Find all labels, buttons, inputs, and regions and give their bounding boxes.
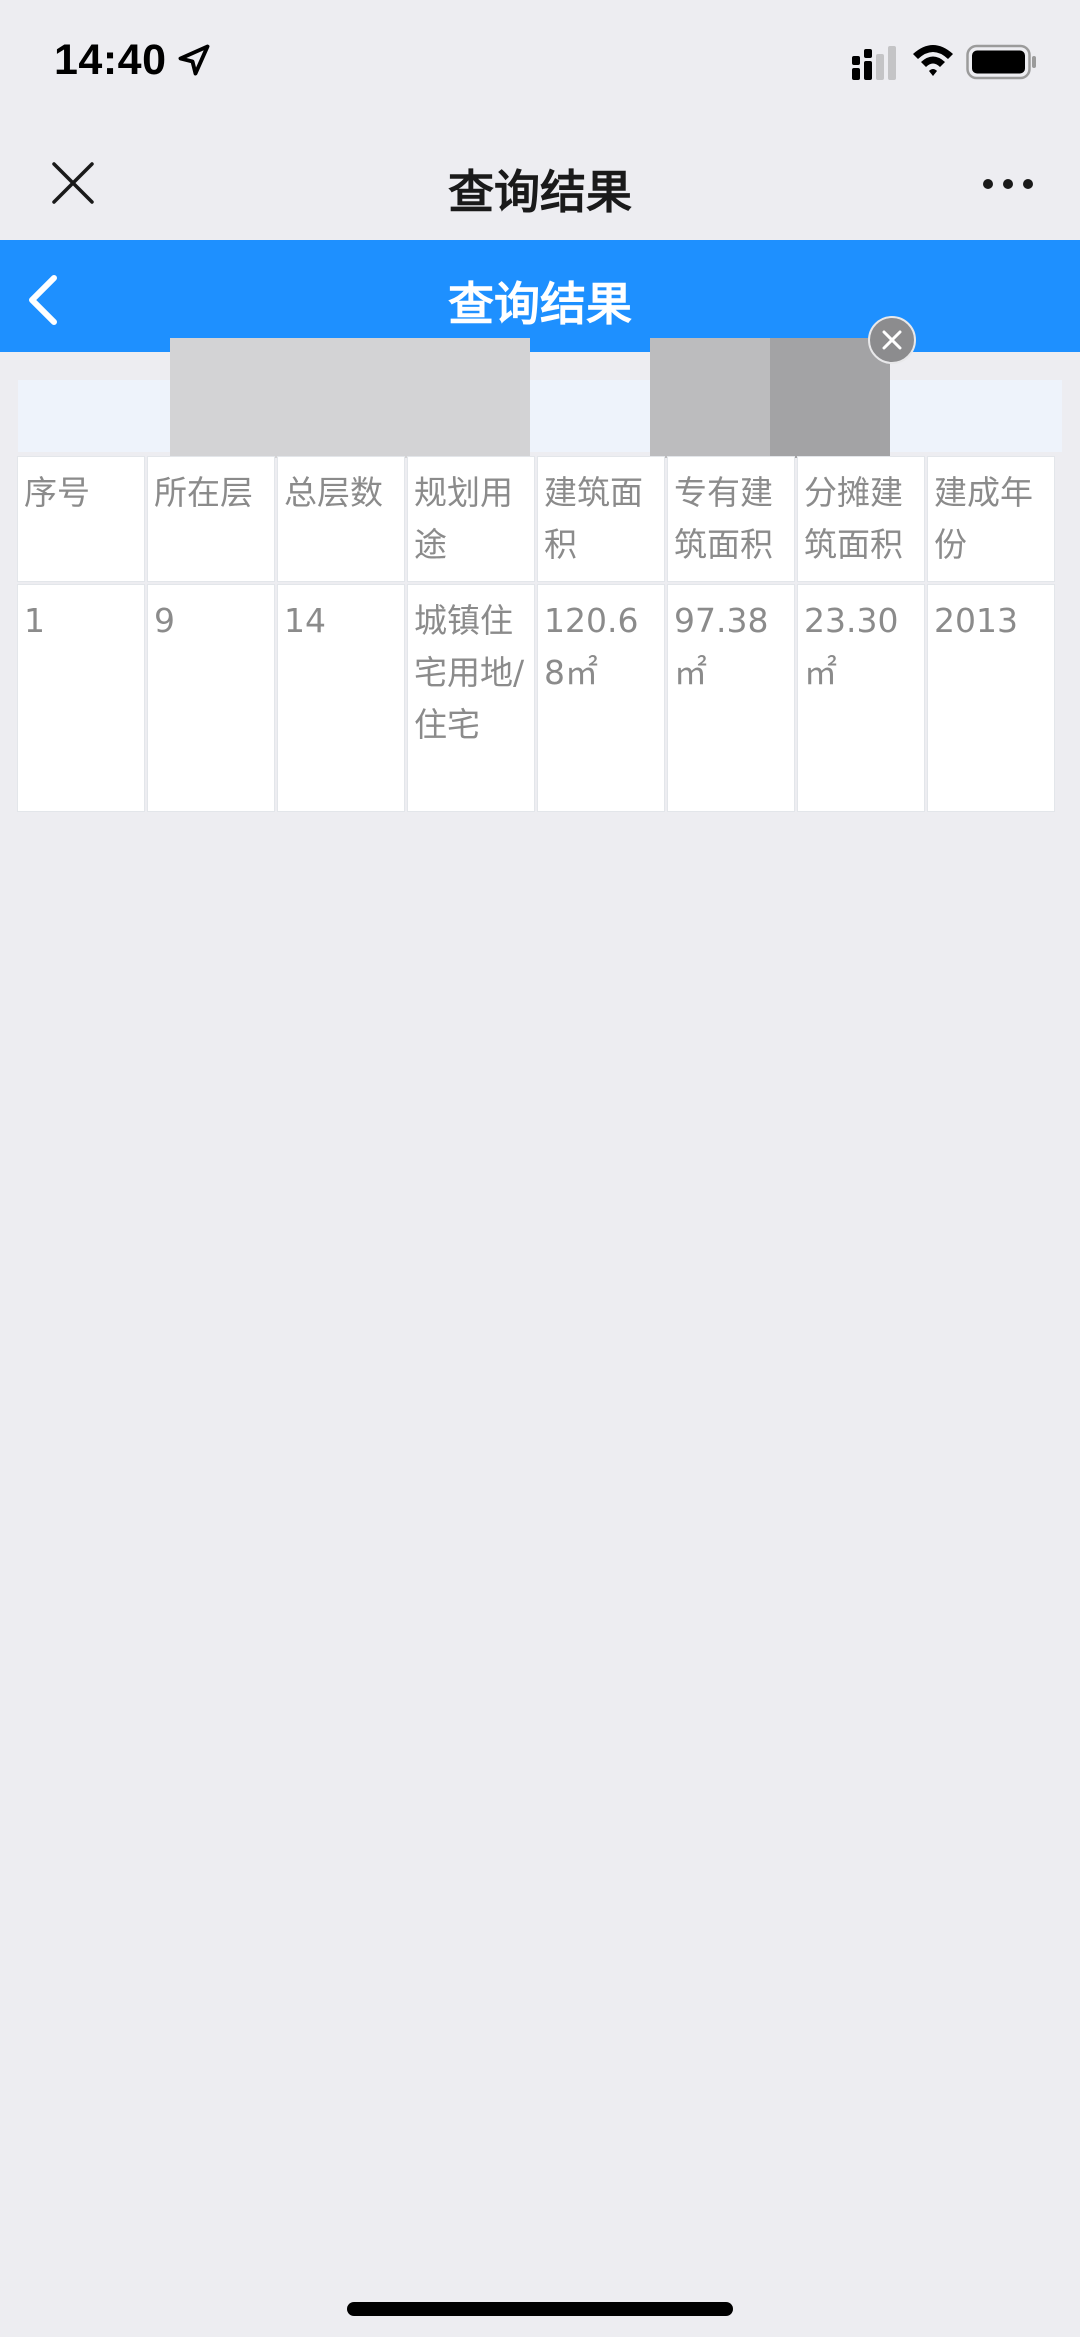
signal-icon xyxy=(852,46,896,80)
status-bar: 14:40 xyxy=(0,0,1080,120)
header-cell: 总层数 xyxy=(277,456,405,582)
result-table: 序号 所在层 总层数 规划用途 建筑面积 专有建筑面积 分摊建筑面积 建成年份 … xyxy=(14,453,1058,815)
status-time: 14:40 xyxy=(54,36,167,84)
wifi-icon xyxy=(913,45,953,76)
location-arrow-icon xyxy=(178,44,210,76)
ad-banner-block[interactable] xyxy=(650,338,770,458)
header-cell: 分摊建筑面积 xyxy=(797,456,925,582)
table-cell: 120.68㎡ xyxy=(537,584,665,812)
page-title: 查询结果 xyxy=(448,277,632,331)
ad-banner-block[interactable] xyxy=(170,338,530,458)
wechat-title: 查询结果 xyxy=(448,165,632,219)
table-cell: 97.38㎡ xyxy=(667,584,795,812)
table-cell: 1 xyxy=(17,584,145,812)
table-cell: 23.30㎡ xyxy=(797,584,925,812)
header-cell: 建筑面积 xyxy=(537,456,665,582)
header-cell: 所在层 xyxy=(147,456,275,582)
header-cell: 规划用途 xyxy=(407,456,535,582)
header-cell: 序号 xyxy=(17,456,145,582)
table-cell: 14 xyxy=(277,584,405,812)
table-cell: 2013 xyxy=(927,584,1055,812)
more-icon[interactable] xyxy=(980,176,1036,192)
wechat-nav-bar: 查询结果 xyxy=(0,120,1080,240)
ad-banner-block[interactable] xyxy=(770,338,890,458)
table-cell: 9 xyxy=(147,584,275,812)
header-cell: 专有建筑面积 xyxy=(667,456,795,582)
table-header-row: 序号 所在层 总层数 规划用途 建筑面积 专有建筑面积 分摊建筑面积 建成年份 xyxy=(17,456,1055,582)
home-indicator[interactable] xyxy=(347,2302,733,2316)
table-row: 1 9 14 城镇住宅用地/住宅 120.68㎡ 97.38㎡ 23.30㎡ 2… xyxy=(17,584,1055,812)
header-cell: 建成年份 xyxy=(927,456,1055,582)
table-cell: 城镇住宅用地/住宅 xyxy=(407,584,535,812)
page-header: 查询结果 xyxy=(0,240,1080,352)
battery-icon xyxy=(966,44,1036,80)
ad-close-icon[interactable] xyxy=(868,316,916,364)
